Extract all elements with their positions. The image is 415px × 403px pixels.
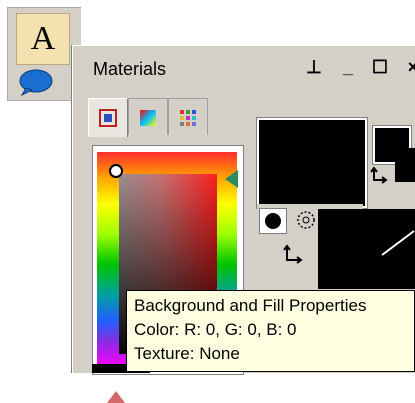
- tool-palette: A: [7, 7, 81, 101]
- hue-pointer-right[interactable]: [225, 170, 238, 188]
- gradient-tab-icon: [140, 110, 156, 126]
- tooltip-texture: Texture: None: [134, 344, 240, 363]
- tab-swatches[interactable]: [168, 98, 208, 135]
- minimize-button[interactable]: _: [337, 56, 359, 78]
- tab-gradient[interactable]: [128, 98, 168, 135]
- mini-swap-arrow-icon[interactable]: [370, 166, 390, 186]
- titlebar: Materials ⊥ _ ☐ ×: [77, 50, 415, 86]
- color-mode-icon[interactable]: [259, 208, 287, 234]
- speech-balloon-icon[interactable]: [18, 68, 54, 96]
- pin-button[interactable]: ⊥: [303, 56, 325, 78]
- swap-arrow-icon[interactable]: [283, 244, 305, 266]
- background-fill-swatch[interactable]: [318, 209, 415, 289]
- material-tabs: [88, 98, 238, 137]
- maximize-button[interactable]: ☐: [369, 56, 391, 78]
- pattern-mode-icon[interactable]: [293, 208, 319, 232]
- tooltip: Background and Fill Properties Color: R:…: [126, 290, 415, 372]
- mini-background-swatch[interactable]: [395, 148, 415, 182]
- color-frame-icon: [99, 109, 117, 127]
- cursor-arrow-icon: [381, 230, 415, 256]
- tooltip-color: Color: R: 0, G: 0, B: 0: [134, 320, 297, 339]
- window-title: Materials: [93, 59, 167, 79]
- swatches-tab-icon: [180, 110, 196, 126]
- tab-frame[interactable]: [88, 98, 128, 137]
- close-button[interactable]: ×: [402, 56, 415, 78]
- tooltip-title: Background and Fill Properties: [134, 296, 367, 315]
- foreground-stroke-swatch[interactable]: [257, 118, 367, 208]
- hue-pointer-bottom[interactable]: [107, 391, 125, 403]
- text-tool-button[interactable]: A: [16, 13, 70, 65]
- hue-selector-marker[interactable]: [109, 164, 123, 178]
